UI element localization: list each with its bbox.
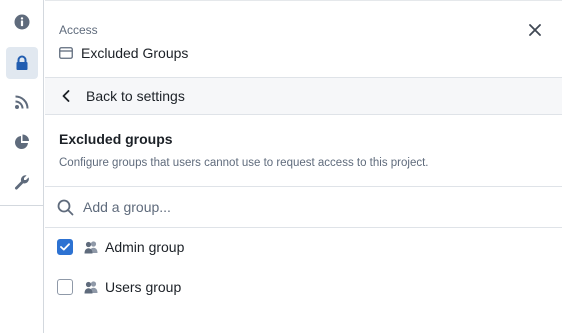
wrench-icon [14,175,29,190]
breadcrumb: Access [59,23,98,37]
rail-item-settings[interactable] [6,166,38,198]
rail-item-feeds[interactable] [6,86,38,118]
add-group-input[interactable] [83,195,503,219]
sidebar-rail [0,0,44,333]
page-title: Excluded Groups [81,45,189,61]
close-icon [529,24,541,36]
rail-item-info[interactable] [6,6,38,38]
search-row [45,187,562,228]
section-description: Configure groups that users cannot use t… [59,157,429,169]
panel-header: Access Excluded Groups [45,0,562,77]
excluded-groups-section: Excluded groups Configure groups that us… [45,115,562,187]
group-label: Users group [105,279,182,295]
back-label: Back to settings [86,88,185,104]
main-panel: Access Excluded Groups Back to settings … [45,0,562,333]
pie-chart-icon [15,134,29,149]
chevron-left-icon [62,90,74,102]
back-to-settings-button[interactable]: Back to settings [45,77,562,115]
search-icon [56,198,74,216]
rail-item-access[interactable] [6,47,38,79]
people-icon [83,240,99,254]
page-title-row: Excluded Groups [59,44,188,62]
rail-item-usage[interactable] [6,126,38,158]
panel-icon [59,47,73,59]
app-window: Access Excluded Groups Back to settings … [0,0,562,333]
users-group-checkbox[interactable] [57,279,73,295]
checkmark-icon [60,243,70,251]
group-label: Admin group [105,239,185,255]
rss-icon [15,95,29,109]
admin-group-checkbox[interactable] [57,239,73,255]
group-row-admin[interactable]: Admin group [45,233,562,261]
close-button[interactable] [526,21,544,39]
info-icon [14,14,30,30]
group-row-users[interactable]: Users group [45,273,562,301]
section-title: Excluded groups [59,131,173,147]
rail-divider [0,205,44,206]
people-icon [83,280,99,294]
lock-icon [16,55,28,70]
